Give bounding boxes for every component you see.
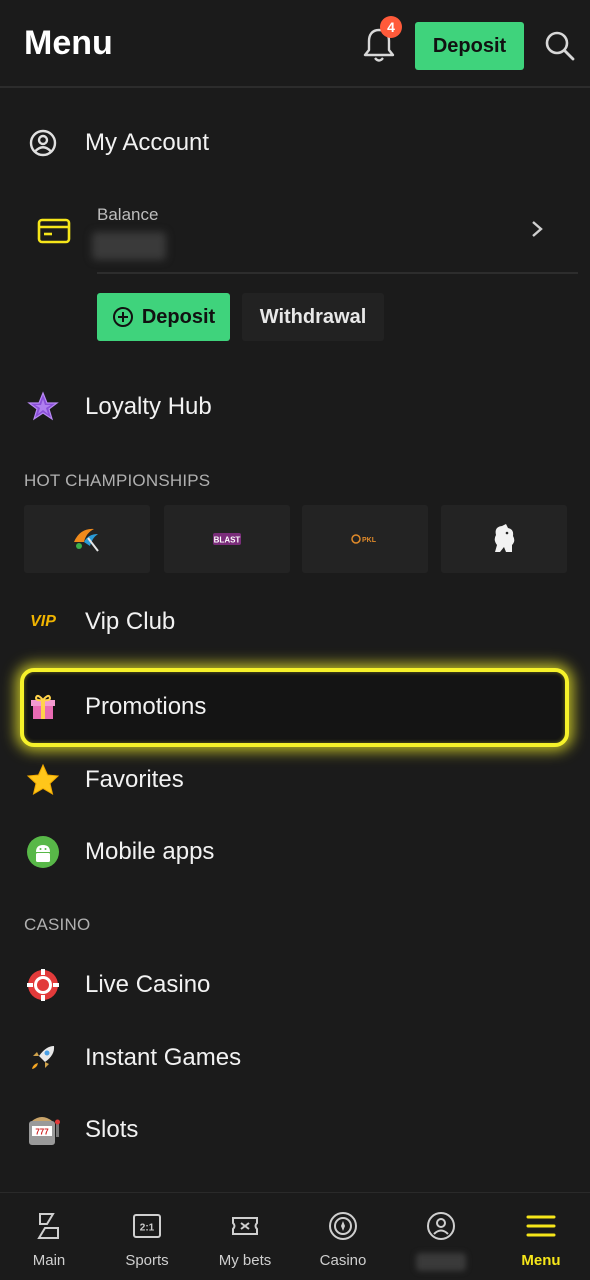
menu-item-instant-games[interactable]: Instant Games [0, 1028, 590, 1088]
star-icon [26, 763, 60, 796]
main-icon [37, 1213, 59, 1239]
menu-item-slots[interactable]: 777 Slots [0, 1100, 590, 1160]
wallet-card-icon [37, 218, 71, 244]
page-title: Menu [24, 24, 113, 62]
premier-league-lion-logo-icon [494, 524, 515, 552]
menu-item-promotions[interactable]: Promotions [0, 677, 590, 737]
bottom-navigation: Main 2:1 Sports My bets Casino Menu [0, 1192, 590, 1280]
nav-menu[interactable]: Menu [492, 1193, 590, 1280]
nav-label: Main [32, 1252, 66, 1269]
casino-chip-icon [27, 969, 59, 1001]
profile-icon [427, 1212, 455, 1240]
search-icon[interactable] [544, 30, 576, 62]
divider [97, 272, 578, 274]
star-badge-icon [27, 391, 59, 421]
championship-tile[interactable]: PKL [302, 505, 428, 573]
ticket-icon [232, 1217, 258, 1235]
menu-item-favorites[interactable]: Favorites [0, 750, 590, 810]
menu-item-label: Loyalty Hub [85, 393, 212, 420]
section-title-casino: CASINO [24, 915, 91, 934]
menu-item-loyalty-hub[interactable]: Loyalty Hub [0, 377, 590, 437]
championship-tile[interactable] [441, 505, 567, 573]
cricket-league-logo-icon [74, 528, 99, 552]
nav-label: Menu [521, 1252, 561, 1269]
menu-item-label: Favorites [85, 766, 184, 793]
menu-item-mobile-apps[interactable]: Mobile apps [0, 822, 590, 882]
nav-casino[interactable]: Casino [294, 1193, 392, 1280]
svg-text:2:1: 2:1 [140, 1223, 155, 1234]
rocket-icon [32, 1046, 55, 1069]
nav-profile[interactable] [392, 1193, 490, 1280]
profile-label-redacted [416, 1253, 466, 1271]
balance-label: Balance [97, 205, 159, 224]
nav-my-bets[interactable]: My bets [196, 1193, 294, 1280]
menu-item-label: Instant Games [85, 1044, 242, 1071]
roulette-icon [329, 1212, 357, 1240]
plus-circle-icon [112, 307, 133, 327]
menu-item-my-account[interactable]: My Account [0, 113, 590, 173]
android-icon [27, 836, 59, 868]
championship-tile[interactable]: BLAST [164, 505, 290, 573]
balance-value-redacted [92, 232, 166, 260]
deposit-button[interactable]: Deposit [97, 293, 230, 341]
notification-badge: 4 [380, 16, 402, 38]
blast-logo-icon: BLAST [213, 533, 241, 545]
menu-item-label: Live Casino [85, 971, 211, 998]
scoreboard-icon: 2:1 [133, 1214, 161, 1238]
nav-label: My bets [218, 1252, 272, 1269]
menu-item-live-casino[interactable]: Live Casino [0, 955, 590, 1015]
user-circle-icon [29, 129, 57, 157]
nav-main[interactable]: Main [0, 1193, 98, 1280]
menu-item-label: My Account [85, 129, 210, 156]
nav-label: Casino [319, 1252, 367, 1269]
nav-label: Sports [125, 1252, 169, 1269]
top-header: Menu 4 Deposit [0, 0, 590, 88]
gift-icon [31, 694, 55, 719]
hamburger-icon [526, 1215, 556, 1237]
menu-item-vip-club[interactable]: VIP Vip Club [0, 592, 590, 652]
svg-text:PKL: PKL [362, 537, 377, 544]
chevron-right-icon [532, 221, 543, 237]
menu-item-label: Vip Club [85, 608, 176, 635]
nav-sports[interactable]: 2:1 Sports [98, 1193, 196, 1280]
vip-icon: VIP [30, 613, 56, 630]
menu-item-label: Promotions [85, 693, 207, 720]
menu-item-label: Mobile apps [85, 838, 215, 865]
withdrawal-button[interactable]: Withdrawal [242, 293, 384, 341]
svg-text:BLAST: BLAST [214, 536, 241, 545]
menu-item-label: Slots [85, 1116, 139, 1143]
championship-tile[interactable] [24, 505, 150, 573]
slot-machine-icon: 777 [29, 1117, 60, 1145]
section-title-hot-championships: HOT CHAMPIONSHIPS [24, 471, 211, 490]
balance-row[interactable]: Balance [0, 190, 590, 280]
svg-text:777: 777 [35, 1128, 49, 1137]
header-deposit-button[interactable]: Deposit [415, 22, 524, 70]
deposit-label: Deposit [141, 305, 216, 328]
pkl-logo-icon: PKL [351, 534, 377, 544]
